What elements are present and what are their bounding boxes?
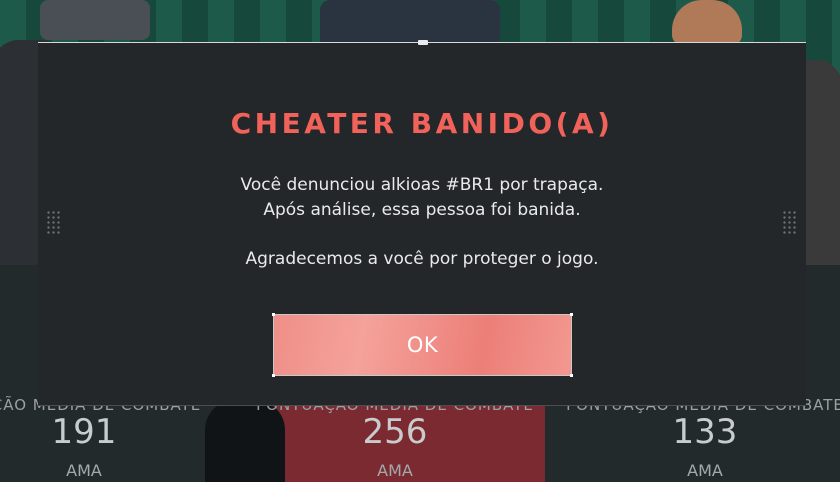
modal-message: Você denunciou alkioas #BR1 por trapaça.… xyxy=(38,173,806,272)
modal-top-notch xyxy=(418,40,428,45)
stat-value: 256 xyxy=(362,412,428,452)
agent-weapon-left xyxy=(40,0,150,40)
agent-figure-center xyxy=(320,0,500,45)
corner-marker xyxy=(570,374,573,377)
ok-button-label: OK xyxy=(406,333,439,357)
stat-rank: AMA xyxy=(377,461,413,480)
corner-marker xyxy=(272,313,275,316)
modal-title: CHEATER BANIDO(A) xyxy=(230,107,614,140)
ok-button[interactable]: OK xyxy=(272,313,573,377)
drag-handle-right-icon xyxy=(782,210,796,236)
drag-handle-left-icon xyxy=(46,210,60,236)
stat-value: 191 xyxy=(51,412,117,452)
stat-value: 133 xyxy=(672,412,738,452)
message-line-thanks: Agradecemos a você por proteger o jogo. xyxy=(245,249,599,269)
stat-rank: AMA xyxy=(687,461,723,480)
stat-rank: AMA xyxy=(66,461,102,480)
message-line-result: Após análise, essa pessoa foi banida. xyxy=(263,200,581,220)
ban-notification-modal: CHEATER BANIDO(A) Você denunciou alkioas… xyxy=(38,40,806,406)
message-line-report: Você denunciou alkioas #BR1 por trapaça. xyxy=(240,175,604,195)
corner-marker xyxy=(570,313,573,316)
agent-figure-right-face xyxy=(672,0,742,45)
corner-marker xyxy=(272,374,275,377)
